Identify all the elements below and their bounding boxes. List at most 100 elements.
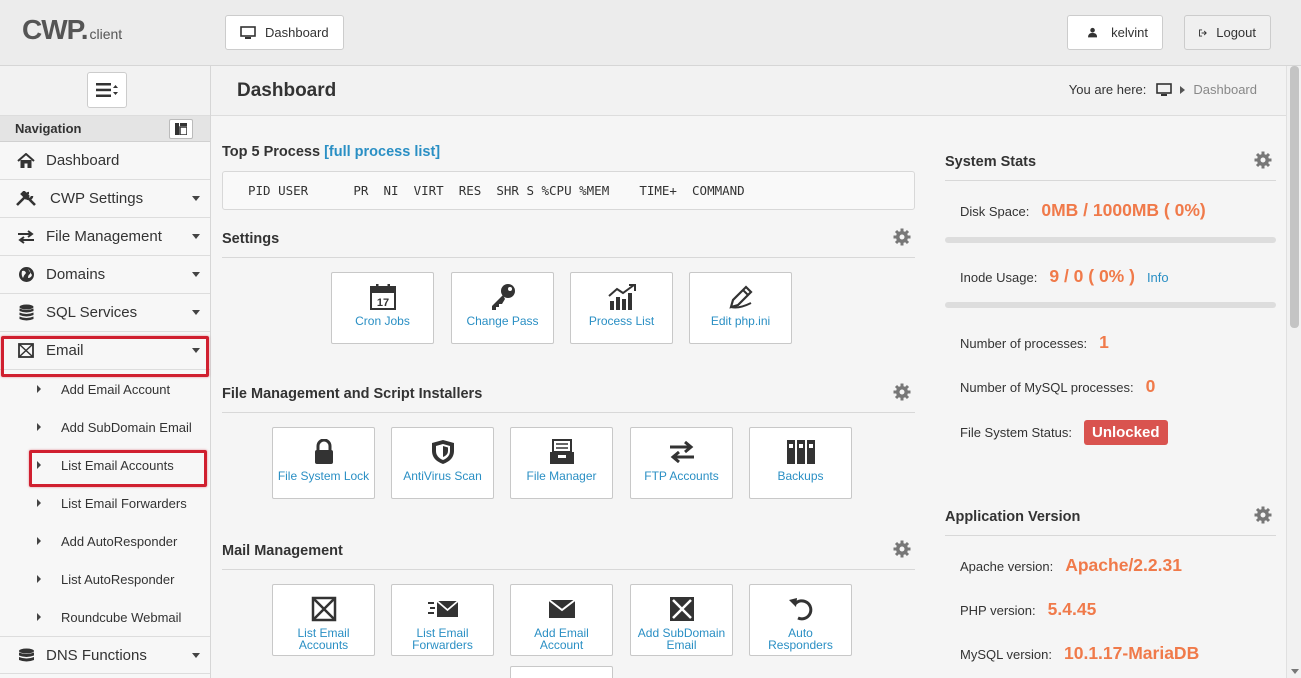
submenu-item-label: List Email Accounts bbox=[61, 457, 174, 473]
file-manager-tile[interactable]: File Manager bbox=[510, 427, 613, 499]
sidebar-item-cwp-settings[interactable]: CWP Settings bbox=[0, 180, 210, 218]
submenu-item-list-email-accounts[interactable]: List Email Accounts bbox=[0, 446, 210, 484]
sidebar-item-dns-functions[interactable]: DNS Functions bbox=[0, 636, 210, 674]
mysql-processes-label: Number of MySQL processes: bbox=[960, 380, 1134, 395]
sidebar-item-label: Domains bbox=[46, 266, 106, 283]
file-system-lock-tile[interactable]: File System Lock bbox=[272, 427, 375, 499]
tile-label: File Manager bbox=[526, 469, 597, 483]
scrollbar-thumb[interactable] bbox=[1290, 66, 1299, 328]
processes-value: 1 bbox=[1099, 332, 1109, 352]
submenu-item-list-autoresponder[interactable]: List AutoResponder bbox=[0, 560, 210, 598]
tile-label: AntiVirus Scan bbox=[403, 469, 482, 483]
user-icon bbox=[1088, 27, 1098, 38]
dashboard-button-label: Dashboard bbox=[265, 25, 329, 40]
transfer-icon bbox=[15, 229, 37, 244]
submenu-item-add-subdomain-email[interactable]: Add SubDomain Email bbox=[0, 408, 210, 446]
auto-responders-tile[interactable]: Auto Responders bbox=[749, 584, 852, 656]
caret-right-icon bbox=[1180, 85, 1186, 94]
mysql-version-stat: MySQL version: 10.1.17-MariaDB bbox=[960, 643, 1199, 664]
submenu-item-list-email-forwarders[interactable]: List Email Forwarders bbox=[0, 484, 210, 522]
breadcrumb-current: Dashboard bbox=[1193, 82, 1257, 97]
add-email-account-tile[interactable]: Add Email Account bbox=[510, 584, 613, 656]
envelope-icon bbox=[15, 343, 37, 358]
full-process-list-link[interactable]: [full process list] bbox=[324, 144, 440, 160]
logout-label: Logout bbox=[1216, 25, 1256, 40]
envelope-icon bbox=[547, 595, 576, 623]
settings-title: Settings bbox=[222, 231, 280, 247]
sidebar-item-file-management[interactable]: File Management bbox=[0, 218, 210, 256]
inode-info-link[interactable]: Info bbox=[1147, 270, 1169, 285]
application-version-gear-icon[interactable] bbox=[1254, 506, 1272, 524]
mysql-processes-stat: Number of MySQL processes: 0 bbox=[960, 376, 1155, 397]
additional-mail-tile[interactable] bbox=[510, 666, 613, 678]
tile-label: Change Pass bbox=[466, 314, 539, 328]
app-logo[interactable]: CWP. client bbox=[22, 14, 122, 46]
inode-usage-progress-bar bbox=[945, 302, 1276, 308]
mysql-version-label: MySQL version: bbox=[960, 647, 1052, 662]
mysql-version-value: 10.1.17-MariaDB bbox=[1064, 643, 1200, 663]
sidebar-item-domains[interactable]: Domains bbox=[0, 256, 210, 294]
sidebar-item-label: SQL Services bbox=[46, 304, 138, 321]
globe-icon bbox=[15, 266, 37, 283]
apache-version-label: Apache version: bbox=[960, 559, 1054, 574]
php-version-value: 5.4.45 bbox=[1047, 599, 1097, 619]
monitor-icon[interactable] bbox=[1156, 82, 1173, 97]
tile-label: Edit php.ini bbox=[710, 314, 771, 328]
inode-usage-label: Inode Usage: bbox=[960, 270, 1038, 285]
cron-jobs-tile[interactable]: 17 Cron Jobs bbox=[331, 272, 434, 344]
shield-icon bbox=[431, 438, 455, 466]
page-scrollbar[interactable] bbox=[1286, 66, 1301, 678]
sidebar-item-label: Dashboard bbox=[46, 152, 120, 169]
caret-right-icon bbox=[37, 423, 41, 431]
tile-label: Process List bbox=[588, 314, 655, 328]
submenu-item-label: List Email Forwarders bbox=[61, 495, 187, 511]
process-list-tile[interactable]: Process List bbox=[570, 272, 673, 344]
system-stats-gear-icon[interactable] bbox=[1254, 151, 1272, 169]
file-system-status-stat: File System Status: Unlocked bbox=[960, 420, 1168, 445]
navigation-pin-button[interactable] bbox=[169, 119, 193, 139]
file-management-gear-icon[interactable] bbox=[893, 383, 911, 401]
add-subdomain-email-tile[interactable]: Add SubDomain Email bbox=[630, 584, 733, 656]
backups-tile[interactable]: Backups bbox=[749, 427, 852, 499]
binders-icon bbox=[786, 438, 816, 466]
sidebar-item-email[interactable]: Email bbox=[0, 332, 210, 370]
change-pass-tile[interactable]: Change Pass bbox=[451, 272, 554, 344]
processes-stat: Number of processes: 1 bbox=[960, 332, 1109, 353]
disk-space-stat: Disk Space: 0MB / 1000MB ( 0%) bbox=[960, 200, 1206, 221]
submenu-item-roundcube-webmail[interactable]: Roundcube Webmail bbox=[0, 598, 210, 636]
sidebar-item-label: CWP Settings bbox=[50, 190, 144, 207]
envelope-forward-icon bbox=[427, 595, 459, 623]
antivirus-scan-tile[interactable]: AntiVirus Scan bbox=[391, 427, 494, 499]
sidebar-item-dashboard[interactable]: Dashboard bbox=[0, 142, 210, 180]
page-title: Dashboard bbox=[237, 80, 337, 101]
sidebar-item-label: File Management bbox=[46, 228, 162, 245]
edit-php-ini-tile[interactable]: Edit php.ini bbox=[689, 272, 792, 344]
tile-label-line-2: Responders bbox=[768, 638, 833, 652]
logout-button[interactable]: Logout bbox=[1184, 15, 1271, 50]
disk-space-label: Disk Space: bbox=[960, 204, 1030, 219]
list-email-forwarders-tile[interactable]: List Email Forwarders bbox=[391, 584, 494, 656]
ftp-accounts-tile[interactable]: FTP Accounts bbox=[630, 427, 733, 499]
lock-icon bbox=[314, 438, 334, 466]
settings-gear-icon[interactable] bbox=[893, 228, 911, 246]
list-email-accounts-tile[interactable]: List Email Accounts bbox=[272, 584, 375, 656]
tile-label: FTP Accounts bbox=[644, 469, 719, 483]
process-table-header: PID USER PR NI VIRT RES SHR S %CPU %MEM … bbox=[222, 171, 915, 210]
caret-right-icon bbox=[37, 499, 41, 507]
file-manager-icon bbox=[549, 438, 575, 466]
inode-usage-value: 9 / 0 ( 0% ) bbox=[1049, 266, 1135, 286]
mail-management-gear-icon[interactable] bbox=[893, 540, 911, 558]
sidebar-item-sql-services[interactable]: SQL Services bbox=[0, 294, 210, 332]
top-bar: CWP. client Dashboard kelvint Logout bbox=[0, 0, 1301, 66]
logout-icon bbox=[1199, 28, 1207, 37]
submenu-item-add-email-account[interactable]: Add Email Account bbox=[0, 370, 210, 408]
tile-label: Cron Jobs bbox=[355, 314, 410, 328]
scroll-down-icon[interactable] bbox=[1291, 669, 1299, 674]
inode-usage-stat: Inode Usage: 9 / 0 ( 0% ) Info bbox=[960, 266, 1169, 287]
submenu-item-add-autoresponder[interactable]: Add AutoResponder bbox=[0, 522, 210, 560]
user-menu-button[interactable]: kelvint bbox=[1067, 15, 1163, 50]
dashboard-button[interactable]: Dashboard bbox=[225, 15, 344, 50]
mysql-processes-value: 0 bbox=[1145, 376, 1156, 396]
file-management-divider bbox=[222, 412, 915, 413]
sidebar-toggle-button[interactable] bbox=[87, 72, 127, 108]
